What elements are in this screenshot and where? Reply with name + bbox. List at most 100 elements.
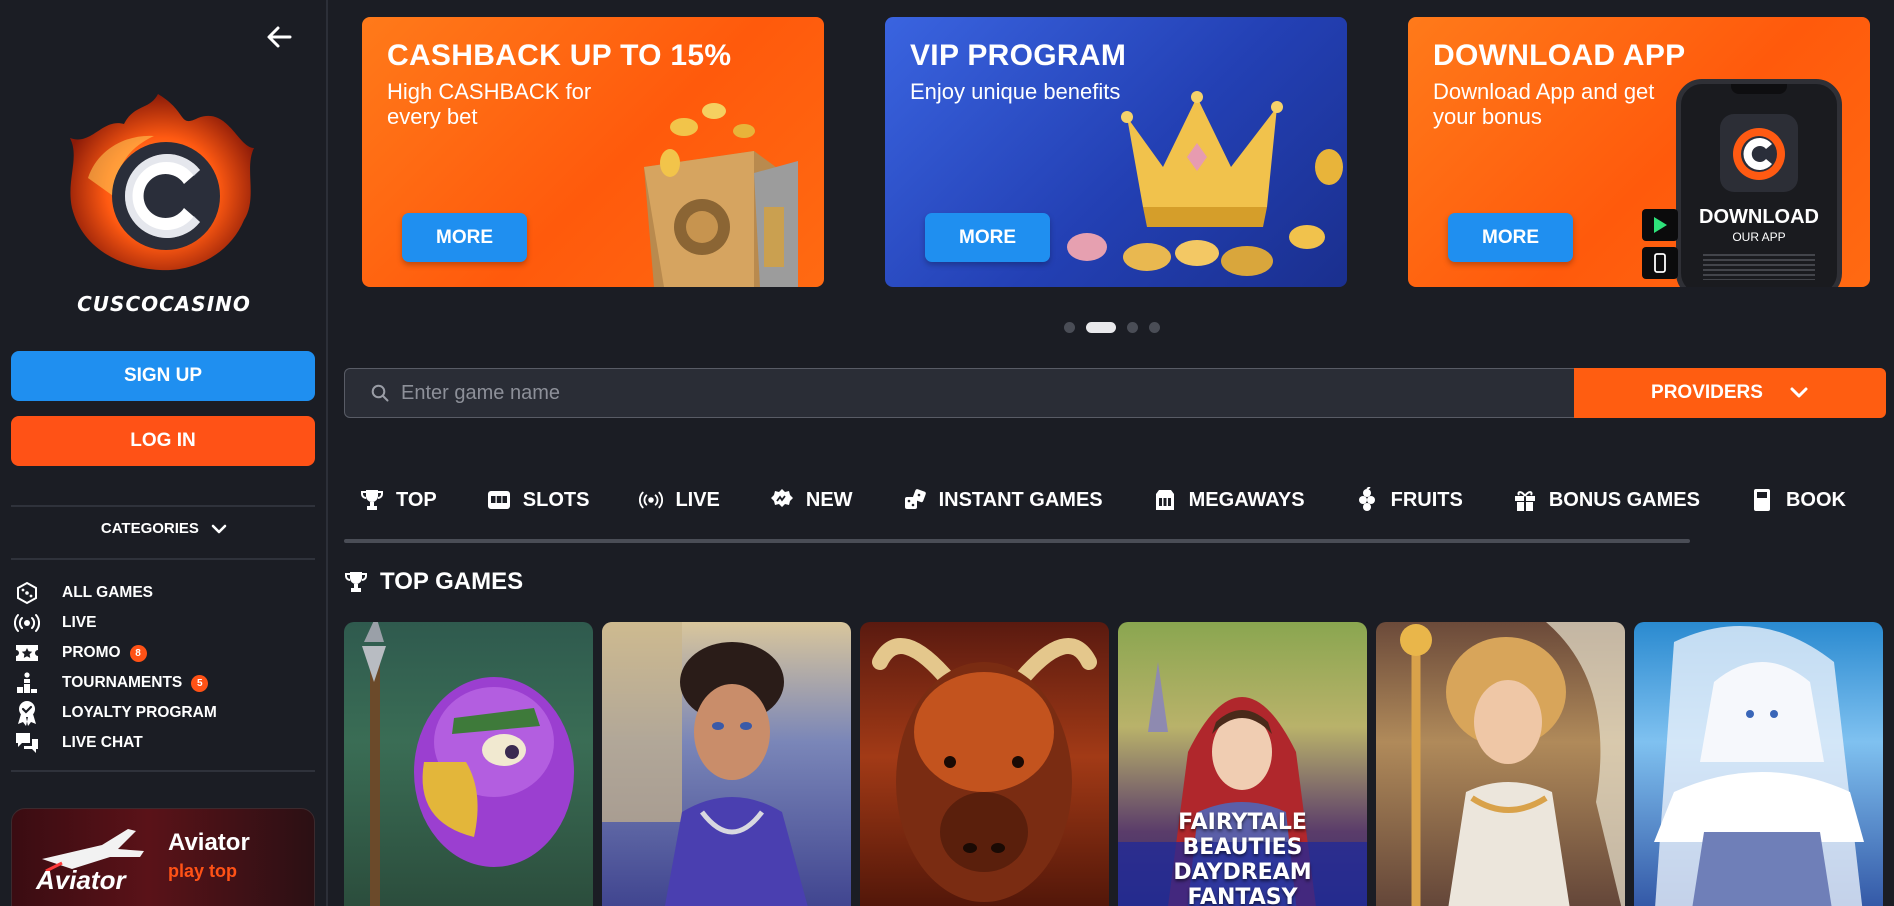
carousel-dot[interactable] <box>1127 322 1138 333</box>
promo-count-badge: 8 <box>129 644 147 662</box>
banner-more-button[interactable]: MORE <box>402 213 527 262</box>
aviator-logo-text: Aviator <box>36 865 126 895</box>
banner-more-button[interactable]: MORE <box>925 213 1050 262</box>
brand-name: CUSCOCASINO <box>77 292 251 316</box>
brand-logo[interactable] <box>58 88 268 278</box>
sidebar-item-label: ALL GAMES <box>62 584 153 601</box>
game-card[interactable] <box>344 622 593 906</box>
game-card[interactable] <box>602 622 851 906</box>
providers-label: PROVIDERS <box>1651 382 1763 403</box>
fruit-icon <box>1355 487 1379 512</box>
aviator-title: Aviator <box>168 829 250 856</box>
award-icon <box>14 700 40 726</box>
sidebar-divider <box>11 505 315 507</box>
providers-dropdown[interactable]: PROVIDERS <box>1574 368 1886 418</box>
banner-title: VIP PROGRAM <box>910 39 1127 72</box>
carousel-dot[interactable] <box>1149 322 1160 333</box>
sidebar-item-label: LIVE <box>62 614 97 631</box>
game-card[interactable] <box>860 622 1109 906</box>
sidebar-item-tournaments[interactable]: TOURNAMENTS 5 <box>14 668 314 698</box>
game-thumbnail <box>1400 622 1625 906</box>
banner-title: CASHBACK UP TO 15% <box>387 39 732 72</box>
sidebar-menu: ALL GAMES LIVE PROMO 8 TOURNAMENTS 5 LOY… <box>14 578 314 758</box>
tab-label: LIVE <box>675 488 720 511</box>
game-thumbnail <box>362 622 574 906</box>
banner-download-app[interactable]: DOWNLOAD OUR APP DOWNLOAD APP Download A… <box>1408 17 1870 287</box>
app-store-button[interactable] <box>1642 247 1678 279</box>
game-card[interactable] <box>1376 622 1625 906</box>
sidebar-item-label: PROMO <box>62 644 121 661</box>
chevron-down-icon <box>211 524 227 534</box>
tabs-scrollbar[interactable] <box>344 539 1690 543</box>
gift-icon <box>1513 488 1537 512</box>
tab-new[interactable]: NEW <box>770 488 853 512</box>
sign-up-button[interactable]: SIGN UP <box>11 351 315 401</box>
tab-label: TOP <box>396 488 437 511</box>
phone-icon <box>1654 253 1666 273</box>
dice-icon <box>903 488 927 512</box>
game-category-tabs: TOP SLOTS LIVE NEW INSTANT GAMES MEGAWAY… <box>360 482 1894 518</box>
game-card[interactable] <box>1634 622 1883 906</box>
sidebar-item-live-chat[interactable]: LIVE CHAT <box>14 728 314 758</box>
aviator-promo-card[interactable]: Aviator Aviator play top <box>11 808 315 906</box>
banner-subtitle: Download App and get your bonus <box>1433 79 1655 129</box>
game-search-input[interactable] <box>401 381 1501 405</box>
sidebar-item-live[interactable]: LIVE <box>14 608 314 638</box>
search-icon <box>371 384 389 402</box>
sidebar-item-promo[interactable]: PROMO 8 <box>14 638 314 668</box>
log-in-button[interactable]: LOG IN <box>11 416 315 466</box>
trophy-icon <box>360 488 384 512</box>
sidebar-item-label: LOYALTY PROGRAM <box>62 704 217 721</box>
banner-subtitle: Enjoy unique benefits <box>910 79 1121 104</box>
slot-machine-icon <box>487 488 511 512</box>
tab-instant-games[interactable]: INSTANT GAMES <box>903 488 1103 512</box>
banner-vip[interactable]: VIP PROGRAM Enjoy unique benefits MORE <box>885 17 1347 287</box>
chat-icon <box>14 730 40 756</box>
phone-download-title: DOWNLOAD <box>1699 206 1819 228</box>
dice-icon <box>14 580 40 606</box>
ticket-star-icon <box>14 640 40 666</box>
chevron-down-icon <box>1790 387 1808 398</box>
podium-icon <box>14 670 40 696</box>
aviator-subtitle: play top <box>168 861 238 881</box>
carousel-dot[interactable] <box>1064 322 1075 333</box>
section-title: TOP GAMES <box>380 568 524 595</box>
phone-download-subtitle: OUR APP <box>1732 230 1786 244</box>
book-icon <box>1750 488 1774 512</box>
casino-app: CUSCOCASINO SIGN UP LOG IN CATEGORIES AL… <box>0 0 1894 906</box>
phone-fine-print <box>1703 254 1815 280</box>
tab-label: NEW <box>805 488 853 511</box>
game-thumbnail <box>1654 626 1864 906</box>
banner-cashback[interactable]: CASHBACK UP TO 15% High CASHBACK for eve… <box>362 17 824 287</box>
carousel-dot-active[interactable] <box>1086 322 1116 333</box>
tab-live[interactable]: LIVE <box>639 488 720 512</box>
trophy-icon <box>345 572 367 592</box>
collapse-sidebar-button[interactable] <box>264 22 294 52</box>
sidebar-item-all-games[interactable]: ALL GAMES <box>14 578 314 608</box>
tab-slots[interactable]: SLOTS <box>487 488 589 512</box>
banner-subtitle: High CASHBACK for every bet <box>387 79 592 129</box>
carousel-pagination <box>1064 322 1171 333</box>
tab-label: MEGAWAYS <box>1188 488 1305 511</box>
sidebar-item-loyalty-program[interactable]: LOYALTY PROGRAM <box>14 698 314 728</box>
phone-mockup: DOWNLOAD OUR APP <box>1676 79 1842 287</box>
tab-label: BONUS GAMES <box>1548 488 1700 511</box>
new-badge-icon <box>770 488 794 512</box>
top-games-heading: TOP GAMES <box>344 568 523 596</box>
broadcast-icon <box>14 610 40 636</box>
sidebar-item-label: LIVE CHAT <box>62 734 143 751</box>
play-store-icon <box>1654 217 1667 233</box>
tab-top[interactable]: TOP <box>360 488 437 512</box>
tab-fruits[interactable]: FRUITS <box>1355 487 1463 512</box>
tab-bonus-games[interactable]: BONUS GAMES <box>1513 488 1700 512</box>
google-play-button[interactable] <box>1642 209 1678 241</box>
game-card[interactable]: FAIRYTALE BEAUTIES DAYDREAM FANTASY <box>1118 622 1367 906</box>
tab-book[interactable]: BOOK <box>1750 488 1846 512</box>
categories-toggle[interactable]: CATEGORIES <box>0 520 326 537</box>
tournaments-count-badge: 5 <box>191 674 209 692</box>
tab-label: INSTANT GAMES <box>938 488 1103 511</box>
tab-label: BOOK <box>1785 488 1846 511</box>
banner-more-button[interactable]: MORE <box>1448 213 1573 262</box>
tab-megaways[interactable]: MEGAWAYS <box>1153 488 1305 512</box>
tab-label: FRUITS <box>1390 488 1463 511</box>
